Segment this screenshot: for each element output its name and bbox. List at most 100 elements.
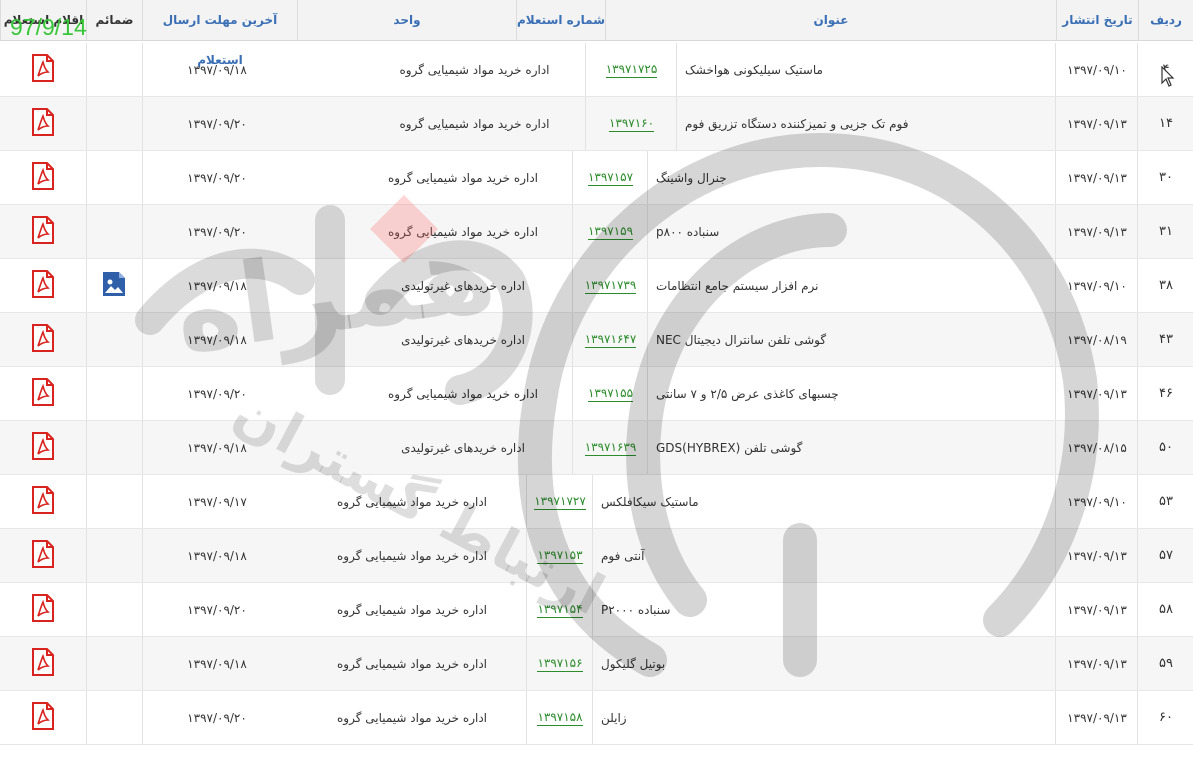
- cell-publish-date: ۱۳۹۷/۰۹/۱۰: [1067, 62, 1127, 77]
- inquiry-number-link[interactable]: ۱۳۹۷۱۵۸: [537, 710, 583, 726]
- cell-attachments: [86, 367, 142, 420]
- pdf-file-icon[interactable]: [32, 540, 54, 571]
- cell-unit: اداره خرید مواد شیمیایی گروه: [337, 494, 487, 509]
- table-row[interactable]: ۳۰ ۱۳۹۷/۰۹/۱۳ جنرال واشینگ ۱۳۹۷۱۵۷ اداره…: [0, 151, 1193, 205]
- table-row[interactable]: ۳۱ ۱۳۹۷/۰۹/۱۳ سنباده p۸۰۰ ۱۳۹۷۱۵۹ اداره …: [0, 205, 1193, 259]
- table-row[interactable]: ۳۸ ۱۳۹۷/۰۹/۱۰ نرم افزار سیستم جامع انتظا…: [0, 259, 1193, 313]
- header-publish-date[interactable]: تاریخ انتشار: [1056, 0, 1138, 40]
- header-inquiry-number[interactable]: شماره استعلام: [516, 0, 605, 40]
- cell-publish-date: ۱۳۹۷/۰۹/۱۳: [1067, 116, 1127, 131]
- cell-inquiry-number[interactable]: ۱۳۹۷۱۷۲۵: [586, 43, 677, 96]
- cell-inquiry-items: [0, 583, 86, 636]
- cell-publish-date: ۱۳۹۷/۰۹/۱۳: [1067, 602, 1127, 617]
- cell-title: جنرال واشینگ: [656, 170, 727, 185]
- cell-title: گوشی تلفن (GDS(HYBREX: [656, 440, 803, 455]
- inquiry-number-link[interactable]: ۱۳۹۷۱۵۹: [587, 224, 634, 240]
- table-row[interactable]: ۵۹ ۱۳۹۷/۰۹/۱۳ بوتیل گلیکول ۱۳۹۷۱۵۶ اداره…: [0, 637, 1193, 691]
- pdf-file-icon[interactable]: [32, 594, 54, 625]
- pdf-file-icon[interactable]: [32, 324, 54, 355]
- cell-inquiry-number[interactable]: ۱۳۹۷۱۷۲۷: [527, 475, 593, 528]
- cell-deadline: ۱۳۹۷/۰۹/۱۷: [187, 494, 247, 509]
- pdf-file-icon[interactable]: [32, 54, 54, 85]
- cell-publish-date: ۱۳۹۷/۰۸/۱۹: [1067, 332, 1127, 347]
- cell-inquiry-number[interactable]: ۱۳۹۷۱۵۷: [573, 151, 648, 204]
- cell-inquiry-items: [0, 313, 86, 366]
- pdf-file-icon[interactable]: [32, 162, 54, 193]
- table-row[interactable]: ۵۷ ۱۳۹۷/۰۹/۱۳ آنتی فوم ۱۳۹۷۱۵۳ اداره خری…: [0, 529, 1193, 583]
- cell-publish-date: ۱۳۹۷/۰۹/۱۰: [1067, 278, 1127, 293]
- pdf-file-icon[interactable]: [32, 432, 54, 463]
- cell-unit: اداره خرید مواد شیمیایی گروه: [337, 656, 487, 671]
- inquiry-number-link[interactable]: ۱۳۹۷۱۵۶: [537, 656, 583, 672]
- cell-attachments: [86, 583, 142, 636]
- table-row[interactable]: ۵۳ ۱۳۹۷/۰۹/۱۰ ماستیک سیکافلکس ۱۳۹۷۱۷۲۷ ا…: [0, 475, 1193, 529]
- inquiry-number-link[interactable]: ۱۳۹۷۱۶۰: [608, 116, 655, 132]
- pdf-file-icon[interactable]: [32, 108, 54, 139]
- cell-inquiry-items: [0, 43, 86, 96]
- pdf-file-icon[interactable]: [32, 486, 54, 517]
- cell-deadline: ۱۳۹۷/۰۹/۲۰: [187, 602, 247, 617]
- inquiry-number-link[interactable]: ۱۳۹۷۱۶۴۷: [584, 332, 637, 348]
- cell-inquiry-number[interactable]: ۱۳۹۷۱۵۶: [527, 637, 593, 690]
- cell-radif: ۵۹: [1159, 656, 1173, 671]
- corner-date-stamp: 97/9/14: [10, 14, 87, 40]
- cell-unit: اداره خرید مواد شیمیایی گروه: [399, 62, 550, 77]
- header-radif[interactable]: ردیف: [1138, 0, 1193, 40]
- cell-radif: ۵۳: [1159, 494, 1173, 509]
- cell-title: ماستیک سیکافلکس: [601, 494, 699, 509]
- cell-inquiry-number[interactable]: ۱۳۹۷۱۶۰: [586, 97, 677, 150]
- cell-deadline: ۱۳۹۷/۰۹/۱۸: [187, 548, 247, 563]
- header-deadline[interactable]: آخرین مهلت ارسال استعلام: [142, 0, 297, 67]
- cell-inquiry-number[interactable]: ۱۳۹۷۱۷۳۹: [573, 259, 648, 312]
- cell-inquiry-number[interactable]: ۱۳۹۷۱۵۴: [527, 583, 593, 636]
- cell-inquiry-number[interactable]: ۱۳۹۷۱۵۳: [527, 529, 593, 582]
- cell-attachments: [86, 421, 142, 474]
- table-row[interactable]: ۴ ۱۳۹۷/۰۹/۱۰ ماستیک سیلیکونی هواخشک ۱۳۹۷…: [0, 43, 1193, 97]
- inquiry-number-link[interactable]: ۱۳۹۷۱۵۴: [537, 602, 583, 618]
- cell-inquiry-items: [0, 475, 86, 528]
- header-unit[interactable]: واحد: [297, 0, 516, 40]
- table-row[interactable]: ۵۰ ۱۳۹۷/۰۸/۱۵ گوشی تلفن (GDS(HYBREX ۱۳۹۷…: [0, 421, 1193, 475]
- inquiry-number-link[interactable]: ۱۳۹۷۱۷۳۹: [584, 278, 637, 294]
- pdf-file-icon[interactable]: [32, 216, 54, 247]
- cell-radif: ۴۶: [1159, 386, 1173, 401]
- pdf-file-icon[interactable]: [32, 648, 54, 679]
- image-file-icon[interactable]: [102, 271, 126, 300]
- cell-inquiry-number[interactable]: ۱۳۹۷۱۶۳۹: [573, 421, 648, 474]
- cell-deadline: ۱۳۹۷/۰۹/۱۸: [187, 332, 247, 347]
- inquiry-number-link[interactable]: ۱۳۹۷۱۵۳: [537, 548, 583, 564]
- table-row[interactable]: ۶۰ ۱۳۹۷/۰۹/۱۳ زایلن ۱۳۹۷۱۵۸ اداره خرید م…: [0, 691, 1193, 745]
- inquiry-number-link[interactable]: ۱۳۹۷۱۵۷: [587, 170, 634, 186]
- inquiry-number-link[interactable]: ۱۳۹۷۱۵۵: [587, 386, 634, 402]
- cell-title: نرم افزار سیستم جامع انتظامات: [656, 278, 819, 293]
- table-row[interactable]: ۱۴ ۱۳۹۷/۰۹/۱۳ فوم تک جزیی و تمیزکننده دس…: [0, 97, 1193, 151]
- cell-deadline: ۱۳۹۷/۰۹/۲۰: [187, 116, 247, 131]
- cell-unit: اداره خرید مواد شیمیایی گروه: [337, 548, 487, 563]
- cell-inquiry-number[interactable]: ۱۳۹۷۱۵۸: [527, 691, 593, 744]
- cell-inquiry-items: [0, 367, 86, 420]
- cell-unit: اداره خرید مواد شیمیایی گروه: [388, 170, 538, 185]
- cell-inquiry-number[interactable]: ۱۳۹۷۱۶۴۷: [573, 313, 648, 366]
- table-row[interactable]: ۴۳ ۱۳۹۷/۰۸/۱۹ گوشی تلفن سانترال دیجیتال …: [0, 313, 1193, 367]
- pdf-file-icon[interactable]: [32, 270, 54, 301]
- table-row[interactable]: ۵۸ ۱۳۹۷/۰۹/۱۳ سنباده P۲۰۰۰ ۱۳۹۷۱۵۴ اداره…: [0, 583, 1193, 637]
- cell-attachments: [86, 151, 142, 204]
- cell-deadline: ۱۳۹۷/۰۹/۱۸: [187, 278, 247, 293]
- header-title[interactable]: عنوان: [605, 0, 1056, 40]
- cell-title: سنباده P۲۰۰۰: [601, 602, 671, 617]
- cell-title: زایلن: [601, 710, 627, 725]
- cell-unit: اداره خرید مواد شیمیایی گروه: [399, 116, 550, 131]
- pdf-file-icon[interactable]: [32, 378, 54, 409]
- cell-title: فوم تک جزیی و تمیزکننده دستگاه تزریق فوم: [685, 116, 909, 131]
- inquiry-number-link[interactable]: ۱۳۹۷۱۷۲۵: [605, 62, 658, 78]
- pdf-file-icon[interactable]: [32, 702, 54, 733]
- cell-publish-date: ۱۳۹۷/۰۹/۱۳: [1067, 656, 1127, 671]
- cell-title: ماستیک سیلیکونی هواخشک: [685, 62, 823, 77]
- cell-inquiry-number[interactable]: ۱۳۹۷۱۵۹: [573, 205, 648, 258]
- table-row[interactable]: ۴۶ ۱۳۹۷/۰۹/۱۳ چسبهای کاغذی عرض ۲/۵ و ۷ س…: [0, 367, 1193, 421]
- inquiry-number-link[interactable]: ۱۳۹۷۱۷۲۷: [534, 494, 586, 510]
- inquiry-number-link[interactable]: ۱۳۹۷۱۶۳۹: [584, 440, 637, 456]
- cell-unit: اداره خرید مواد شیمیایی گروه: [337, 710, 487, 725]
- cell-inquiry-number[interactable]: ۱۳۹۷۱۵۵: [573, 367, 648, 420]
- cell-title: گوشی تلفن سانترال دیجیتال NEC: [656, 332, 827, 347]
